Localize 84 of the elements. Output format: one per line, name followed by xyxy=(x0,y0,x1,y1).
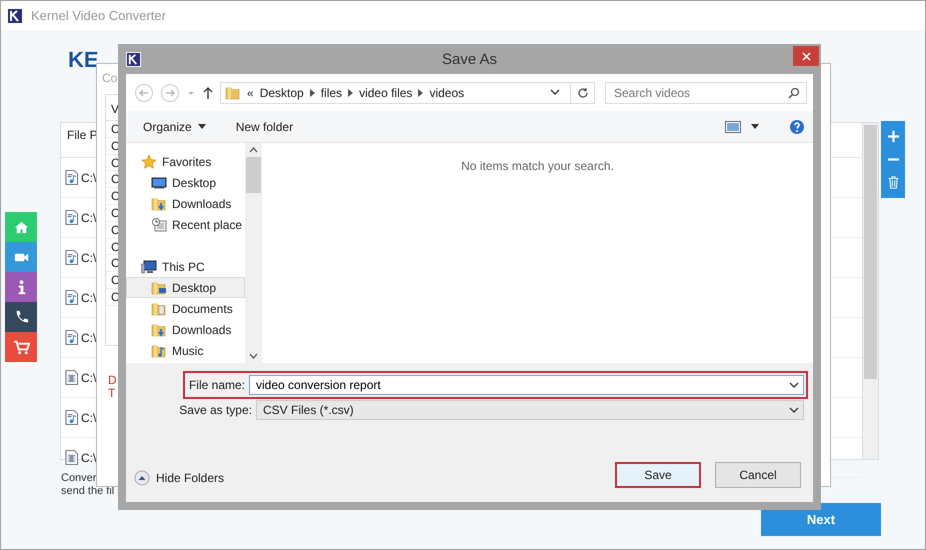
recent-places-icon xyxy=(151,216,167,232)
refresh-button[interactable] xyxy=(571,82,595,104)
music-folder-icon xyxy=(151,342,167,358)
file-type-dropdown[interactable]: CSV Files (*.csv) xyxy=(256,400,804,420)
field-label: Save as type: xyxy=(178,403,253,417)
chevron-right-icon[interactable] xyxy=(348,88,354,96)
table-cell: C:\ xyxy=(81,210,96,224)
organize-menu[interactable]: Organize xyxy=(143,120,206,134)
nav-item[interactable]: Desktop xyxy=(126,172,245,193)
nav-item[interactable]: Favorites xyxy=(126,151,245,172)
breadcrumb-item[interactable]: Desktop xyxy=(260,86,304,100)
breadcrumb-item[interactable]: videos xyxy=(429,86,464,100)
refresh-icon[interactable] xyxy=(576,86,588,98)
sidebar-button[interactable] xyxy=(5,332,37,362)
brand-logo: KE xyxy=(68,47,99,73)
info-text: Conver xyxy=(61,472,98,485)
view-options-button[interactable] xyxy=(725,120,759,132)
app-title: Kernel Video Converter xyxy=(31,8,166,23)
dialog-button[interactable]: Save xyxy=(615,462,701,488)
dialog-title: Save As xyxy=(442,50,498,68)
table-cell: C:\ xyxy=(81,290,96,304)
desktop-folder-icon xyxy=(151,280,167,296)
help-icon[interactable] xyxy=(789,118,805,134)
audio-file-icon xyxy=(65,290,78,305)
field-label: File name: xyxy=(188,378,246,392)
caret-icon[interactable] xyxy=(198,124,206,129)
up-arrow-icon[interactable] xyxy=(202,86,214,100)
app-logo-icon xyxy=(7,8,23,24)
close-button[interactable] xyxy=(793,46,819,66)
address-bar[interactable]: « Desktop files video files videos xyxy=(220,82,571,104)
scroll-thumb[interactable] xyxy=(864,125,877,379)
audio-file-icon xyxy=(65,210,78,225)
dialog-button[interactable]: Cancel xyxy=(715,462,801,488)
search-field[interactable]: Search videos xyxy=(605,82,807,104)
search-icon[interactable] xyxy=(788,86,800,98)
scrollbar[interactable] xyxy=(862,123,878,459)
chevron-right-icon[interactable] xyxy=(418,88,424,96)
column-header: V xyxy=(111,102,120,116)
nav-item[interactable]: Recent place xyxy=(126,214,245,235)
nav-item[interactable]: This PC xyxy=(126,256,245,277)
warning-text: D xyxy=(108,374,117,387)
downloads-folder-icon xyxy=(151,196,167,212)
close-icon[interactable] xyxy=(802,52,810,60)
app-logo-icon xyxy=(126,52,141,66)
table-cell: C:\ xyxy=(81,250,96,264)
file-name-field[interactable]: video conversion report xyxy=(249,375,804,395)
table-cell: C:\ xyxy=(81,450,96,464)
computer-icon xyxy=(141,258,157,274)
audio-file-icon xyxy=(65,410,78,425)
caret-icon[interactable] xyxy=(751,124,759,129)
chevron-right-icon[interactable] xyxy=(310,88,315,96)
video-file-icon xyxy=(65,370,78,385)
scroll-thumb[interactable] xyxy=(246,157,261,193)
nav-item[interactable]: Documents xyxy=(126,298,245,319)
collapse-icon[interactable] xyxy=(134,470,150,486)
new-folder-button[interactable]: New folder xyxy=(236,120,294,134)
nav-item[interactable]: Desktop xyxy=(126,277,245,298)
nav-item[interactable]: Music xyxy=(126,340,245,361)
documents-folder-icon xyxy=(151,300,167,316)
nav-item[interactable]: Downloads xyxy=(126,193,245,214)
window-title: Co xyxy=(102,71,118,85)
downloads-folder-icon xyxy=(151,322,167,338)
monitor-icon xyxy=(151,174,167,190)
table-cell: C:\ xyxy=(81,170,96,184)
sidebar-button[interactable] xyxy=(5,302,37,332)
table-cell: C:\ xyxy=(81,370,96,384)
star-icon xyxy=(141,154,157,170)
hide-folders-button[interactable]: Hide Folders xyxy=(134,470,224,488)
nav-item[interactable]: Downloads xyxy=(126,319,245,340)
audio-file-icon xyxy=(65,170,78,185)
audio-file-icon xyxy=(65,330,78,345)
trash-icon[interactable] xyxy=(886,176,900,189)
table-cell: C:\ xyxy=(81,410,96,424)
empty-message: No items match your search. xyxy=(461,159,614,175)
folder-icon xyxy=(225,84,241,100)
overflow-marker[interactable]: « xyxy=(247,86,254,100)
table-cell: C:\ xyxy=(81,330,96,344)
warning-text: T xyxy=(108,387,116,400)
audio-file-icon xyxy=(65,250,78,265)
cart-icon xyxy=(12,338,30,356)
breadcrumb-item[interactable]: video files xyxy=(359,86,412,100)
sidebar-button[interactable] xyxy=(5,272,37,302)
plus-icon[interactable] xyxy=(886,130,900,143)
breadcrumb-item[interactable]: files xyxy=(320,86,342,100)
